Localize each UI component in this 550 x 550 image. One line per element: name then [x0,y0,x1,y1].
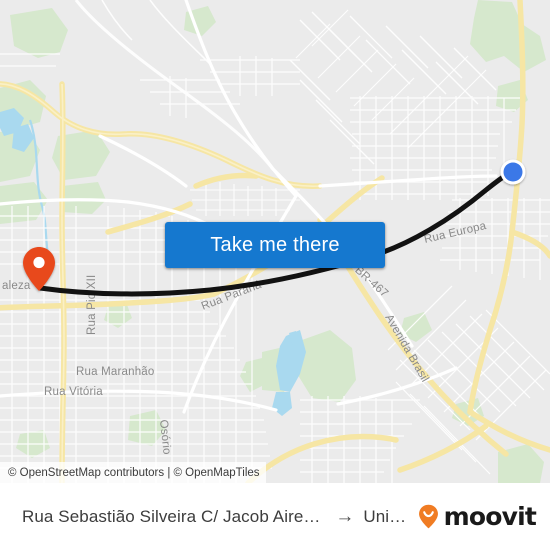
arrow-right-icon: → [335,506,355,527]
route-summary: Rua Sebastião Silveira C/ Jacob Aires De… [22,507,409,527]
map-attribution: © OpenStreetMap contributors | © OpenMap… [0,462,266,483]
map-screen: aleza Rua Pio XII Rua Paraná Rua Maranhão Ru… [0,0,550,550]
route-destination-label: Unip… [363,506,408,526]
moovit-pin-icon [418,504,438,529]
footer-bar: Rua Sebastião Silveira C/ Jacob Aires De… [0,483,550,550]
moovit-wordmark: moovit [443,502,537,531]
take-me-there-button[interactable]: Take me there [165,222,385,268]
street-label: aleza [2,280,31,292]
street-label: Rua Maranhão [76,366,154,378]
moovit-logo[interactable]: moovit [415,502,537,531]
map-canvas[interactable]: aleza Rua Pio XII Rua Paraná Rua Maranhão Ru… [0,0,550,483]
origin-marker[interactable] [500,159,526,185]
street-label: Rua Vitória [44,386,103,398]
street-label: Rua Pio XII [86,275,98,335]
route-origin-label: Rua Sebastião Silveira C/ Jacob Aires De… [22,506,326,526]
